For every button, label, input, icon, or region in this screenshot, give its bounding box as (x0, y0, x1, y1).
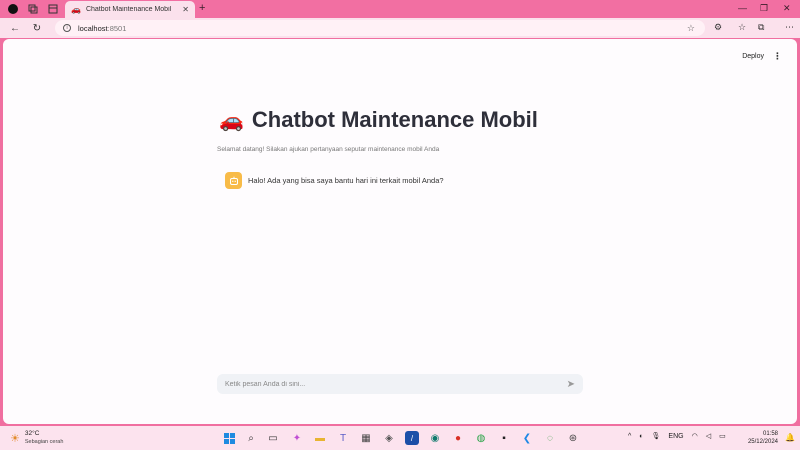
address-bar[interactable]: i localhost:8501 ☆ (55, 20, 705, 36)
clock-time: 01:58 (762, 431, 778, 437)
assistant-avatar-icon (225, 172, 242, 189)
copilot-icon[interactable]: ✦ (290, 431, 304, 445)
chat-input[interactable] (225, 380, 567, 388)
microphone-icon[interactable]: 🎙 (652, 432, 661, 440)
search-icon[interactable]: ⌕ (244, 431, 258, 445)
whatsapp-icon[interactable]: ◍ (474, 431, 488, 445)
car-icon: 🚗 (219, 109, 244, 132)
address-host: localhost (78, 23, 108, 33)
favorite-star-icon[interactable]: ☆ (687, 23, 695, 34)
page-title-text: Chatbot Maintenance Mobil (251, 107, 538, 132)
clock[interactable]: 01:58 25/12/2024 (748, 430, 778, 446)
edge-browser-icon[interactable]: ◉ (428, 431, 442, 445)
send-icon[interactable]: ➤ (567, 379, 575, 390)
tray-app-icon[interactable]: ◐ (639, 433, 643, 440)
show-hidden-icons-icon[interactable]: ^ (628, 433, 631, 440)
language-indicator[interactable]: ENG (668, 433, 683, 440)
collections-icon[interactable]: ⧉ (758, 22, 764, 33)
window-close-icon[interactable]: ✕ (783, 3, 791, 14)
browser-tab-strip: 🚗 Chatbot Maintenance Mobil ✕ + — ❐ ✕ (0, 0, 800, 18)
maximize-icon[interactable]: ❐ (760, 3, 768, 14)
tab-favicon-icon: 🚗 (71, 5, 81, 14)
site-info-icon[interactable]: i (63, 24, 71, 32)
store-icon[interactable]: ▦ (359, 431, 373, 445)
extension-icon[interactable]: ⚙ (714, 22, 722, 33)
vscode-icon[interactable]: ❮ (520, 431, 534, 445)
file-explorer-icon[interactable]: ▬ (313, 431, 327, 445)
wifi-icon[interactable]: ◠ (692, 432, 698, 440)
app-icon-3[interactable]: ◌ (543, 431, 557, 445)
page-title: 🚗 Chatbot Maintenance Mobil (219, 107, 538, 133)
chat-message: Halo! Ada yang bisa saya bantu hari ini … (225, 172, 444, 189)
tab-close-icon[interactable]: ✕ (182, 5, 189, 14)
windows-taskbar: ☀ 32°C Sebagian cerah ⌕ ▭ ✦ ▬ T ▦ ◈ / ◉ … (0, 426, 800, 450)
app-icon-1[interactable]: ◈ (382, 431, 396, 445)
weather-widget[interactable]: ☀ 32°C Sebagian cerah (10, 430, 63, 446)
start-icon[interactable] (222, 431, 236, 445)
page-subtitle: Selamat datang! Silakan ajukan pertanyaa… (217, 146, 440, 153)
teams-icon[interactable]: T (336, 431, 350, 445)
profile-icon[interactable] (6, 2, 20, 16)
app-icon-4[interactable]: ⊛ (566, 431, 580, 445)
deploy-button[interactable]: Deploy (742, 53, 764, 60)
notifications-bell-icon[interactable]: 🔔 (785, 433, 795, 442)
refresh-icon[interactable]: ↻ (30, 21, 44, 35)
address-port: :8501 (107, 23, 127, 33)
weather-condition: Sebagian cerah (24, 439, 64, 445)
browser-tab-active[interactable]: 🚗 Chatbot Maintenance Mobil ✕ (65, 1, 195, 18)
chat-message-text: Halo! Ada yang bisa saya bantu hari ini … (248, 176, 444, 185)
tab-actions-icon[interactable] (46, 2, 60, 16)
new-tab-icon[interactable]: + (199, 2, 205, 14)
back-icon[interactable]: ← (8, 21, 22, 35)
terminal-icon[interactable]: ▪ (497, 431, 511, 445)
volume-icon[interactable]: ◁ (706, 432, 711, 440)
browser-menu-icon[interactable]: ⋯ (785, 22, 794, 33)
minimize-icon[interactable]: — (738, 3, 747, 13)
system-tray: ^ ◐ 🎙 ENG ◠ ◁ ▭ (628, 432, 726, 441)
favorites-icon[interactable]: ☆ (738, 22, 746, 33)
task-view-icon[interactable]: ▭ (266, 431, 280, 445)
streamlit-app: Deploy ⋮ 🚗 Chatbot Maintenance Mobil Sel… (3, 39, 797, 424)
app-icon-2[interactable]: / (405, 431, 419, 445)
chat-input-box: ➤ (217, 374, 583, 394)
clock-date: 25/12/2024 (747, 439, 778, 445)
workspaces-icon[interactable] (26, 2, 40, 16)
browser-toolbar: ← ↻ i localhost:8501 ☆ ⚙ ☆ ⧉ ⋯ (0, 18, 800, 38)
weather-sun-icon: ☀ (10, 432, 20, 445)
app-menu-icon[interactable]: ⋮ (773, 51, 782, 62)
tab-title: Chatbot Maintenance Mobil (85, 6, 172, 13)
weather-temperature: 32°C (24, 430, 40, 437)
chrome-icon[interactable]: ● (451, 431, 465, 445)
battery-icon[interactable]: ▭ (719, 432, 726, 440)
